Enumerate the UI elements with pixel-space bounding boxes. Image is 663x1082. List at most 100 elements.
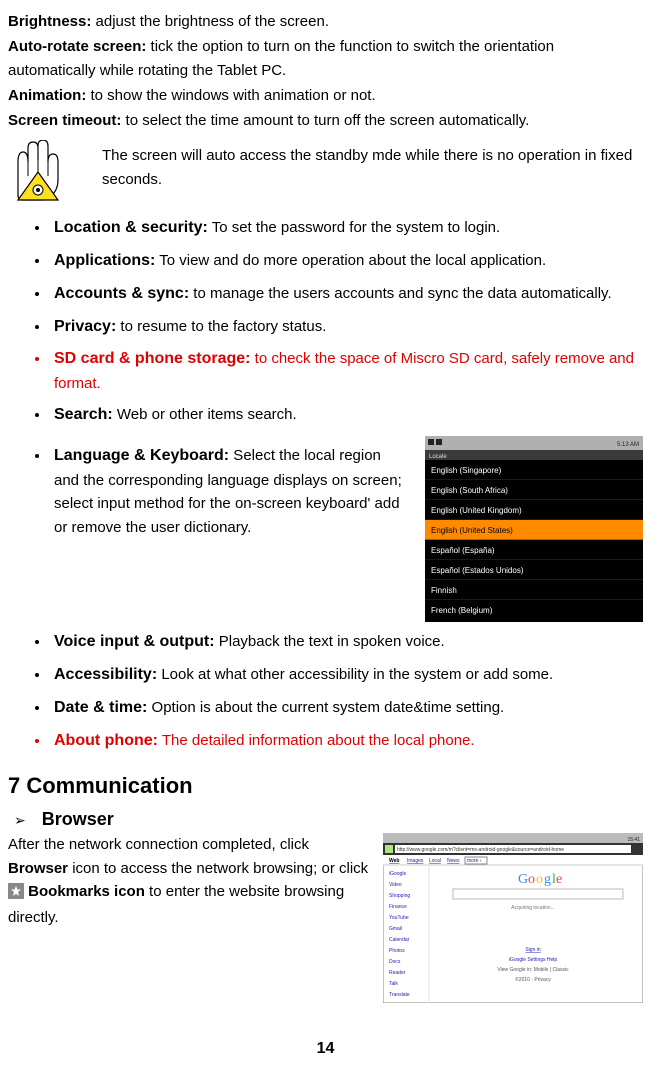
svg-text:Finance: Finance xyxy=(389,904,407,910)
locale-row: English (South Africa) xyxy=(425,480,643,500)
list-item: Location & security: To set the password… xyxy=(50,216,643,241)
locale-screenshot: 5:13 AM Locale English (Singapore) Engli… xyxy=(425,436,643,622)
browser-text-a: After the network connection completed, … xyxy=(8,836,309,853)
locale-row: Español (España) xyxy=(425,540,643,560)
svg-text:Finnish: Finnish xyxy=(431,586,457,595)
item-label: Language & Keyboard: xyxy=(54,447,229,464)
svg-text:o: o xyxy=(528,872,535,887)
item-label: Accessibility: xyxy=(54,666,157,683)
svg-text:Sign in: Sign in xyxy=(525,947,541,953)
svg-text:English (United States): English (United States) xyxy=(431,526,513,535)
svg-text:Translate: Translate xyxy=(389,992,410,998)
def-animation: Animation: to show the windows with anim… xyxy=(8,84,643,107)
subsection-title: Browser xyxy=(42,806,114,834)
svg-text:Web: Web xyxy=(389,858,399,864)
browser-block: After the network connection completed, … xyxy=(8,833,643,1003)
warning-text: The screen will auto access the standby … xyxy=(102,140,643,191)
svg-text:Images: Images xyxy=(407,858,424,864)
svg-text:English (South Africa): English (South Africa) xyxy=(431,486,508,495)
def-timeout-label: Screen timeout: xyxy=(8,112,121,129)
browser-screenshot: 15:41 http://www.google.com/m?client=ms-… xyxy=(383,833,643,1003)
svg-text:Locale: Locale xyxy=(429,454,447,460)
svg-text:YouTube: YouTube xyxy=(389,915,409,921)
svg-text:o: o xyxy=(536,872,543,887)
status-time: 15:41 xyxy=(627,837,640,843)
locale-row: English (Singapore) xyxy=(425,460,643,480)
def-timeout-text: to select the time amount to turn off th… xyxy=(121,112,529,129)
svg-text:Gmail: Gmail xyxy=(389,926,402,932)
locale-row: French (Belgium) xyxy=(425,600,643,620)
def-autorotate: Auto-rotate screen: tick the option to t… xyxy=(8,35,643,82)
browser-text-b: Browser xyxy=(8,860,68,877)
chevron-right-icon: ➢ xyxy=(14,810,26,832)
def-brightness: Brightness: adjust the brightness of the… xyxy=(8,10,643,33)
svg-text:Photos: Photos xyxy=(389,948,405,954)
svg-text:Reader: Reader xyxy=(389,970,406,976)
item-text: Look at what other accessibility in the … xyxy=(157,666,553,683)
list-item: Date & time: Option is about the current… xyxy=(50,696,643,721)
item-label: Privacy: xyxy=(54,318,116,335)
def-timeout: Screen timeout: to select the time amoun… xyxy=(8,109,643,132)
bookmark-icon xyxy=(8,883,24,906)
svg-text:G: G xyxy=(518,872,528,887)
settings-list-2: Voice input & output: Playback the text … xyxy=(8,630,643,753)
item-label: About phone: xyxy=(54,732,158,749)
locale-row-selected: English (United States) xyxy=(425,520,643,540)
svg-text:Talk: Talk xyxy=(389,981,398,987)
def-autorotate-label: Auto-rotate screen: xyxy=(8,38,146,55)
warning-hand-icon xyxy=(8,140,80,206)
item-text: To set the password for the system to lo… xyxy=(208,219,500,236)
svg-text:Acquiring location...: Acquiring location... xyxy=(511,905,555,911)
svg-text:News: News xyxy=(447,858,460,864)
browser-text-c: icon to access the network browsing; or … xyxy=(68,860,368,877)
locale-row: Finnish xyxy=(425,580,643,600)
item-text: to manage the users accounts and sync th… xyxy=(189,285,611,302)
svg-text:e: e xyxy=(556,872,562,887)
svg-text:Local: Local xyxy=(429,858,441,864)
svg-text:iGoogle Settings Help: iGoogle Settings Help xyxy=(509,957,558,963)
list-item: Applications: To view and do more operat… xyxy=(50,249,643,274)
item-text: Web or other items search. xyxy=(113,406,297,423)
item-text: The detailed information about the local… xyxy=(158,732,475,749)
browser-text: After the network connection completed, … xyxy=(8,833,383,929)
svg-text:Shopping: Shopping xyxy=(389,893,410,899)
language-keyboard-block: Language & Keyboard: Select the local re… xyxy=(8,436,643,622)
svg-text:Video: Video xyxy=(389,882,402,888)
locale-row: Español (Estados Unidos) xyxy=(425,560,643,580)
svg-text:g: g xyxy=(544,872,551,887)
item-label: Voice input & output: xyxy=(54,633,215,650)
item-text: to resume to the factory status. xyxy=(116,318,326,335)
svg-text:Español (España): Español (España) xyxy=(431,546,495,555)
list-item: SD card & phone storage: to check the sp… xyxy=(50,347,643,395)
list-item: Accounts & sync: to manage the users acc… xyxy=(50,282,643,307)
list-item: Language & Keyboard: Select the local re… xyxy=(50,444,407,539)
def-animation-text: to show the windows with animation or no… xyxy=(86,87,375,104)
page-number: 14 xyxy=(8,1037,643,1062)
item-label: Location & security: xyxy=(54,219,208,236)
svg-text:Español (Estados Unidos): Español (Estados Unidos) xyxy=(431,566,524,575)
status-time: 5:13 AM xyxy=(617,442,639,448)
def-brightness-label: Brightness: xyxy=(8,13,91,30)
warning-row: The screen will auto access the standby … xyxy=(8,140,643,206)
item-label: SD card & phone storage: xyxy=(54,350,250,367)
svg-text:English (Singapore): English (Singapore) xyxy=(431,466,502,475)
item-text: To view and do more operation about the … xyxy=(155,252,546,269)
list-item: Voice input & output: Playback the text … xyxy=(50,630,643,655)
section-heading: 7 Communication xyxy=(8,769,643,803)
settings-list-1: Location & security: To set the password… xyxy=(8,216,643,428)
item-label: Search: xyxy=(54,406,113,423)
item-text: Playback the text in spoken voice. xyxy=(215,633,445,650)
browser-text-d: Bookmarks icon xyxy=(28,883,145,900)
list-item: Accessibility: Look at what other access… xyxy=(50,663,643,688)
svg-text:Calendar: Calendar xyxy=(389,937,410,943)
svg-text:©2010 - Privacy: ©2010 - Privacy xyxy=(515,976,551,983)
subsection-row: ➢ Browser xyxy=(8,806,643,834)
list-item: Search: Web or other items search. xyxy=(50,403,643,428)
svg-text:English (United Kingdom): English (United Kingdom) xyxy=(431,506,522,515)
svg-text:more ›: more › xyxy=(467,858,482,864)
list-item: Privacy: to resume to the factory status… xyxy=(50,315,643,340)
def-brightness-text: adjust the brightness of the screen. xyxy=(91,13,329,30)
item-label: Applications: xyxy=(54,252,155,269)
svg-text:View Google in: Mobile | Class: View Google in: Mobile | Classic xyxy=(497,967,569,973)
item-text: Option is about the current system date&… xyxy=(147,699,504,716)
